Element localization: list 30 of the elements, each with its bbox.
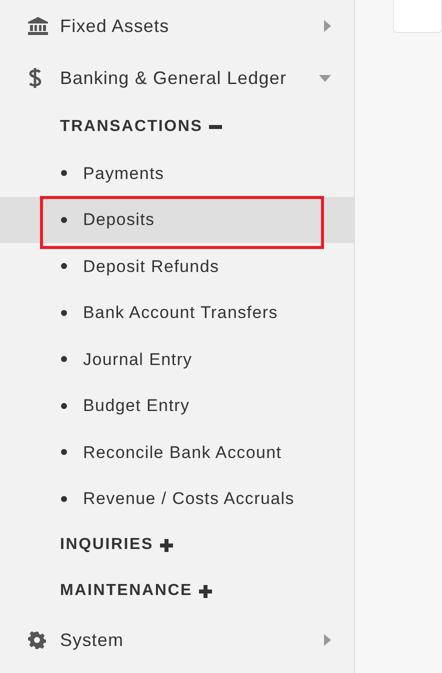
caret-right-icon [324, 20, 331, 32]
minus-icon [208, 125, 222, 129]
nav-item[interactable]: Banking & General Ledger [0, 52, 354, 104]
plus-icon [198, 584, 212, 598]
settings-icon [28, 631, 46, 649]
caret-right-icon [324, 634, 331, 646]
section-toggle[interactable]: MAINTENANCE [0, 568, 354, 614]
nav-item[interactable]: Fixed Assets [0, 0, 354, 52]
bullet-icon [61, 449, 67, 456]
bank-icon [28, 17, 48, 35]
bullet-icon [61, 496, 67, 502]
bullet-icon [61, 356, 67, 362]
menu-item[interactable]: Reconcile Bank Account [0, 429, 354, 476]
plus-icon [160, 538, 172, 552]
caret-down-icon [319, 74, 331, 82]
menu-item[interactable]: Journal Entry [0, 336, 354, 382]
bullet-icon [61, 263, 67, 270]
bullet-icon [61, 216, 67, 223]
bullet-icon [61, 170, 67, 176]
nav-item[interactable]: System [0, 614, 354, 666]
bullet-icon [61, 402, 67, 409]
section-toggle[interactable]: TRANSACTIONS [0, 104, 354, 150]
section-toggle[interactable]: INQUIRIES [0, 522, 354, 568]
menu-item[interactable]: Budget Entry [0, 382, 354, 429]
menu-item[interactable]: Deposit Refunds [0, 243, 354, 290]
menu-item[interactable]: Bank Account Transfers [0, 290, 354, 336]
bullet-icon [61, 310, 67, 316]
menu-item[interactable]: Revenue / Costs Accruals [0, 476, 354, 522]
menu-item[interactable]: Payments [0, 150, 354, 196]
dollar-icon [28, 67, 42, 89]
